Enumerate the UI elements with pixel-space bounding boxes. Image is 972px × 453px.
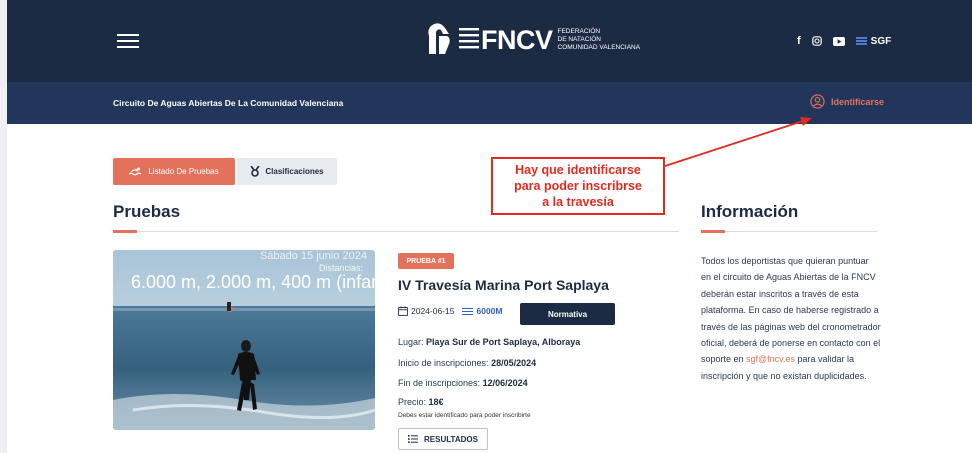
clasificaciones-button[interactable]: Clasificaciones bbox=[237, 158, 337, 185]
event-date-value: 2024-06-15 bbox=[411, 306, 455, 317]
instagram-icon[interactable] bbox=[811, 36, 822, 46]
circuit-title: Circuito De Aguas Abiertas De La Comunid… bbox=[113, 98, 344, 108]
top-navbar: FNCV FEDERACIÓN DE NATACIÓN COMUNIDAD VA… bbox=[7, 0, 972, 82]
precio-label: Precio: bbox=[398, 397, 427, 407]
photo-date: Sábado 15 junio 2024 bbox=[259, 250, 367, 262]
sgf-link[interactable]: SGF bbox=[855, 35, 892, 47]
fin-value: 12/06/2024 bbox=[482, 378, 528, 388]
fin-line: Fin de inscripciones: 12/06/2024 bbox=[398, 378, 528, 388]
youtube-icon[interactable] bbox=[832, 36, 845, 46]
medal-icon bbox=[250, 166, 261, 177]
clasificaciones-label: Clasificaciones bbox=[265, 167, 324, 176]
sgf-label: SGF bbox=[870, 35, 892, 47]
waves-logo-icon bbox=[459, 28, 479, 49]
menu-icon[interactable] bbox=[117, 34, 139, 48]
informacion-text: Todos los deportistas que quieran puntua… bbox=[701, 253, 881, 384]
logo-text: FNCV bbox=[481, 24, 553, 55]
event-meta: 2024-06-15 6000M bbox=[398, 306, 502, 317]
fin-label: Fin de inscripciones: bbox=[398, 378, 481, 388]
inicio-value: 28/05/2024 bbox=[491, 358, 537, 368]
calendar-icon bbox=[398, 306, 408, 317]
normativa-button[interactable]: Normativa bbox=[520, 303, 615, 325]
lugar-value: Playa Sur de Port Saplaya, Alboraya bbox=[426, 337, 581, 347]
annotation-callout: Hay que identificarse para poder inscrib… bbox=[491, 157, 665, 215]
informacion-divider bbox=[701, 231, 877, 232]
inicio-line: Inicio de inscripciones: 28/05/2024 bbox=[398, 358, 536, 368]
waves-icon bbox=[462, 306, 474, 317]
facebook-icon[interactable]: f bbox=[797, 35, 801, 47]
sgf-lines-icon bbox=[855, 35, 867, 46]
user-circle-icon bbox=[810, 94, 825, 109]
annotation-line: a la travesía bbox=[542, 195, 614, 209]
event-date: 2024-06-15 bbox=[398, 306, 454, 316]
logo-subtitle: FEDERACIÓN DE NATACIÓN COMUNIDAD VALENCI… bbox=[558, 28, 641, 52]
inicio-label: Inicio de inscripciones: bbox=[398, 358, 489, 368]
event-distance-value: 6000M bbox=[476, 306, 503, 317]
logo-subtitle-line: DE NATACIÓN bbox=[557, 36, 601, 43]
pruebas-accent bbox=[113, 230, 137, 233]
pruebas-divider bbox=[113, 231, 679, 232]
informacion-accent bbox=[701, 230, 725, 233]
support-email-link[interactable]: sgf@fncv.es bbox=[746, 354, 795, 364]
list-icon bbox=[408, 435, 419, 443]
informacion-heading: Información bbox=[701, 202, 799, 221]
logo-subtitle-line: FEDERACIÓN bbox=[557, 28, 601, 35]
prueba-tag: PRUEBA #1 bbox=[398, 253, 454, 269]
photo-distances: 6.000 m, 2.000 m, 400 m (infantil) bbox=[131, 272, 375, 292]
precio-line: Precio: 18€ bbox=[398, 397, 444, 407]
resultados-label: RESULTADOS bbox=[424, 434, 478, 444]
listado-pruebas-button[interactable]: Listado De Pruebas bbox=[113, 158, 235, 185]
event-photo: Sábado 15 junio 2024 Distancias: 6.000 m… bbox=[113, 250, 375, 430]
left-edge-strip bbox=[0, 0, 7, 453]
login-button[interactable]: Identificarse bbox=[810, 94, 884, 109]
sub-navbar: Circuito De Aguas Abiertas De La Comunid… bbox=[7, 82, 972, 124]
resultados-button[interactable]: RESULTADOS bbox=[398, 428, 488, 450]
swimmer-logo-icon bbox=[428, 23, 450, 54]
event-title[interactable]: IV Travesía Marina Port Saplaya bbox=[398, 277, 609, 293]
lugar-line: Lugar: Playa Sur de Port Saplaya, Albora… bbox=[398, 337, 580, 347]
event-distance: 6000M bbox=[462, 306, 502, 317]
annotation-line: Hay que identificarse bbox=[515, 163, 641, 177]
logo-subtitle-line: COMUNIDAD VALENCIANA bbox=[557, 44, 641, 51]
precio-value: 18€ bbox=[428, 397, 444, 407]
social-links: f SGF bbox=[797, 35, 891, 47]
login-label: Identificarse bbox=[831, 96, 885, 107]
pruebas-heading: Pruebas bbox=[113, 202, 181, 221]
lugar-label: Lugar: bbox=[398, 337, 424, 347]
swimmer-icon bbox=[129, 167, 142, 176]
annotation-line: para poder inscribrse bbox=[514, 179, 642, 193]
login-required-note: Debes estar identificado para poder insc… bbox=[398, 412, 531, 419]
listado-pruebas-label: Listado De Pruebas bbox=[148, 167, 219, 176]
fncv-logo[interactable]: FNCV FEDERACIÓN DE NATACIÓN COMUNIDAD VA… bbox=[425, 20, 640, 60]
informacion-text-part: Todos los deportistas que quieran puntua… bbox=[701, 256, 881, 365]
